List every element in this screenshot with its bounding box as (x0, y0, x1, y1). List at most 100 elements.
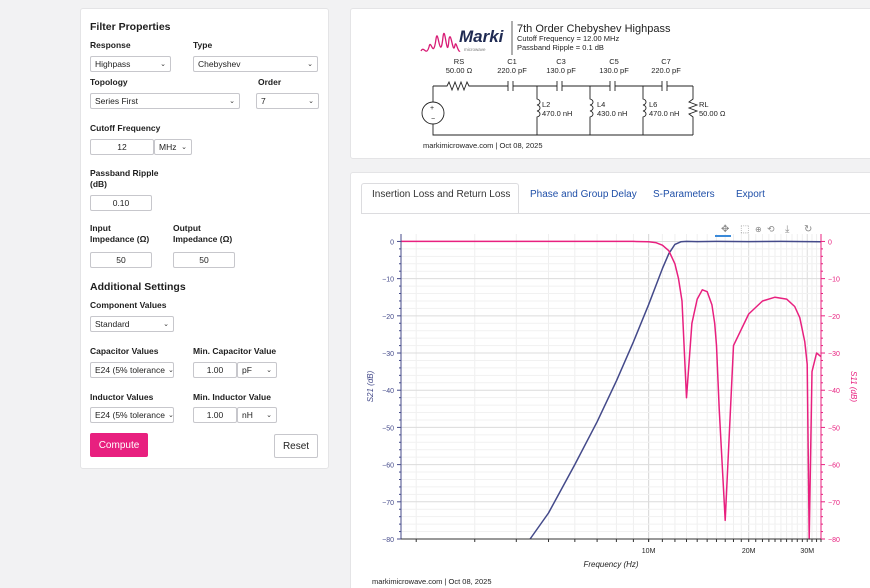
min-capacitor-input[interactable]: 1.00 (193, 362, 237, 378)
y-tick-label-right: −30 (828, 351, 840, 358)
l2-value: 470.0 nH (542, 109, 572, 118)
pan-icon[interactable]: ✥ (721, 224, 729, 235)
schematic-diagram: Marki microwave 7th Order Chebyshev High… (420, 21, 726, 150)
additional-settings-title: Additional Settings (90, 281, 186, 293)
tab-phase-group-delay[interactable]: Phase and Group Delay (530, 189, 637, 200)
output-impedance-label-line2: Impedance (Ω) (173, 234, 233, 244)
y-axis-title-left: S21 (dB) (366, 370, 375, 402)
y-tick-label-left: −30 (382, 351, 394, 358)
cutoff-input[interactable]: 12 (90, 139, 154, 155)
c3-value: 130.0 pF (546, 66, 576, 75)
compute-button[interactable]: Compute (90, 433, 148, 457)
y-tick-label-left: −70 (382, 500, 394, 507)
component-values-select[interactable]: Standard ⌄ (90, 316, 174, 332)
output-impedance-input[interactable]: 50 (173, 252, 235, 268)
input-impedance-value: 50 (116, 255, 126, 265)
inductor-values-select[interactable]: E24 (5% tolerance ⌄ (90, 407, 174, 423)
plot-footer: markimicrowave.com | Oct 08, 2025 (372, 577, 492, 586)
marki-logo: Marki microwave (420, 27, 505, 52)
refresh-icon[interactable]: ↻ (804, 224, 812, 235)
cutoff-unit-select[interactable]: MHz ⌄ (154, 139, 192, 155)
topology-select[interactable]: Series First ⌄ (90, 93, 240, 109)
x-tick-label: 30M (800, 548, 814, 555)
y-tick-label-right: −20 (828, 314, 840, 321)
rl-value: 50.00 Ω (699, 109, 726, 118)
active-tool-indicator (715, 235, 731, 237)
ripple-input[interactable]: 0.10 (90, 195, 152, 211)
capacitor-values-select[interactable]: E24 (5% tolerance ⌄ (90, 362, 174, 378)
cutoff-value: 12 (117, 142, 127, 152)
save-icon[interactable]: ⤓ (785, 224, 790, 235)
ripple-value: 0.10 (112, 198, 130, 208)
min-inductor-unit-select[interactable]: nH ⌄ (237, 407, 277, 423)
ripple-label-line2: (dB) (90, 179, 107, 189)
l4-value: 430.0 nH (597, 109, 627, 118)
component-values-label: Component Values (90, 300, 167, 310)
chevron-down-icon: ⌄ (266, 367, 272, 374)
y-tick-label-right: −70 (828, 500, 840, 507)
y-tick-label-left: −60 (382, 463, 394, 470)
reset-view-icon[interactable]: ⟲ (767, 224, 775, 234)
chevron-down-icon: ⌄ (266, 412, 272, 419)
filter-properties-title: Filter Properties (90, 21, 171, 33)
min-capacitor-unit-select[interactable]: pF ⌄ (237, 362, 277, 378)
c7-value: 220.0 pF (651, 66, 681, 75)
plot-toolbar: ✥ ⬚ ⊕ ⟲ ⤓ ↻ (715, 224, 812, 237)
order-value: 7 (261, 96, 266, 106)
order-label: Order (258, 77, 282, 87)
type-select[interactable]: Chebyshev ⌄ (193, 56, 318, 72)
c5-value: 130.0 pF (599, 66, 629, 75)
y-tick-label-right: −10 (828, 277, 840, 284)
l6-value: 470.0 nH (649, 109, 679, 118)
l2-label: L2 (542, 100, 550, 109)
response-label: Response (90, 40, 131, 50)
chevron-down-icon: ⌄ (308, 98, 314, 105)
min-capacitor-label: Min. Capacitor Value (193, 346, 277, 356)
wheel-zoom-icon[interactable]: ⊕ (755, 225, 762, 234)
chevron-down-icon: ⌄ (163, 321, 169, 328)
input-impedance-label-line2: Impedance (Ω) (90, 234, 150, 244)
x-axis-title: Frequency (Hz) (583, 560, 638, 569)
min-capacitor-value: 1.00 (206, 365, 224, 375)
y-tick-label-left: −40 (382, 388, 394, 395)
c5-label: C5 (609, 57, 619, 66)
topology-label: Topology (90, 77, 128, 87)
response-select[interactable]: Highpass ⌄ (90, 56, 171, 72)
capacitor-values-label: Capacitor Values (90, 346, 159, 356)
y-tick-label-right: −50 (828, 425, 840, 432)
min-inductor-input[interactable]: 1.00 (193, 407, 237, 423)
chevron-down-icon: ⌄ (167, 412, 174, 419)
filter-properties-panel: Filter Properties Response Highpass ⌄ Typ… (80, 8, 329, 469)
y-tick-label-left: 0 (390, 239, 394, 246)
min-inductor-label: Min. Inductor Value (193, 392, 271, 402)
tab-insertion-loss[interactable]: Insertion Loss and Return Loss (372, 189, 510, 200)
input-impedance-input[interactable]: 50 (90, 252, 152, 268)
source-minus-icon: − (431, 116, 435, 123)
chevron-down-icon: ⌄ (167, 367, 174, 374)
tab-s-parameters[interactable]: S-Parameters (653, 189, 715, 200)
y-tick-label-right: −40 (828, 388, 840, 395)
tab-export[interactable]: Export (736, 189, 765, 200)
ripple-label-line1: Passband Ripple (90, 168, 159, 178)
order-select[interactable]: 7 ⌄ (256, 93, 319, 109)
chevron-down-icon: ⌄ (160, 61, 166, 68)
plot-grid (401, 234, 822, 540)
c3-label: C3 (556, 57, 566, 66)
y-tick-label-left: −10 (382, 277, 394, 284)
y-tick-label-left: −50 (382, 425, 394, 432)
capacitor-values-value: E24 (5% tolerance (95, 365, 165, 375)
schematic-cutoff: Cutoff Frequency = 12.00 MHz (517, 34, 619, 43)
chevron-down-icon: ⌄ (307, 61, 313, 68)
y-tick-label-left: −20 (382, 314, 394, 321)
rs-label: RS (454, 57, 464, 66)
logo-text: Marki (459, 27, 505, 46)
chevron-down-icon: ⌄ (181, 144, 187, 151)
inductor-values-value: E24 (5% tolerance (95, 410, 165, 420)
box-zoom-icon[interactable]: ⬚ (740, 224, 749, 235)
x-tick-label: 10M (642, 548, 656, 555)
c7-label: C7 (661, 57, 671, 66)
reset-button[interactable]: Reset (274, 434, 318, 458)
input-impedance-label-line1: Input (90, 223, 111, 233)
min-inductor-unit: nH (242, 410, 253, 420)
plot-card: Insertion Loss and Return Loss Phase and… (350, 172, 870, 588)
